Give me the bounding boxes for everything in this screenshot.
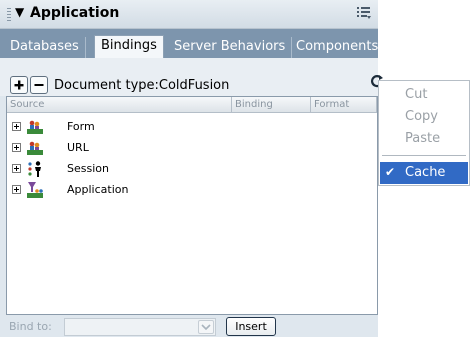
- tree-item-label: URL: [67, 141, 89, 154]
- menu-item-paste[interactable]: Paste: [405, 131, 440, 146]
- panel-tab-bar: Databases Bindings Server Behaviors Comp…: [0, 29, 378, 58]
- bind-to-select[interactable]: [64, 318, 216, 336]
- menu-item-copy[interactable]: Copy: [405, 109, 438, 124]
- collapse-arrow-icon[interactable]: ▼: [15, 5, 24, 19]
- menu-item-cache[interactable]: ✔ Cache: [380, 162, 468, 184]
- panel-options-icon[interactable]: [356, 6, 372, 20]
- menu-divider: [382, 155, 466, 156]
- url-icon: [27, 141, 43, 155]
- bind-to-row: Bind to: Insert: [0, 315, 378, 337]
- panel-title-bar[interactable]: ▼ Application: [0, 0, 378, 29]
- application-icon: [27, 182, 43, 198]
- tab-bindings[interactable]: Bindings: [94, 35, 164, 58]
- tree-item-url[interactable]: URL: [7, 138, 377, 158]
- insert-button[interactable]: Insert: [226, 317, 276, 336]
- checkmark-icon: ✔: [385, 165, 396, 179]
- expand-icon[interactable]: [12, 122, 21, 131]
- bindings-panel: ▼ Application Databases Bindings Server …: [0, 0, 384, 337]
- tree-item-session[interactable]: Session: [7, 159, 377, 179]
- tree-item-application[interactable]: Application: [7, 180, 377, 200]
- tab-components[interactable]: Components: [290, 37, 384, 58]
- expand-icon[interactable]: [12, 143, 21, 152]
- minus-icon: [34, 84, 44, 86]
- menu-item-cache-label: Cache: [405, 165, 446, 180]
- column-header-format[interactable]: Format: [311, 97, 377, 113]
- context-menu: Cut Copy Paste ✔ Cache: [378, 80, 470, 186]
- bind-to-label: Bind to:: [9, 320, 52, 333]
- grip-handle-icon[interactable]: [7, 8, 11, 21]
- remove-binding-button[interactable]: [30, 76, 48, 94]
- panel-title: Application: [30, 5, 120, 21]
- bindings-tree[interactable]: Source Binding Format Form URL Session A…: [6, 96, 378, 315]
- plus-icon: [14, 80, 24, 90]
- expand-icon[interactable]: [12, 185, 21, 194]
- tree-item-form[interactable]: Form: [7, 117, 377, 137]
- menu-item-cut[interactable]: Cut: [405, 87, 427, 102]
- bindings-toolbar: Document type:ColdFusion: [0, 58, 384, 96]
- document-type-label: Document type:ColdFusion: [54, 78, 230, 93]
- column-header-binding[interactable]: Binding: [232, 97, 311, 113]
- form-icon: [27, 120, 43, 134]
- tree-item-label: Application: [67, 183, 129, 196]
- tab-server-behaviors[interactable]: Server Behaviors: [168, 37, 293, 58]
- tree-item-label: Session: [67, 162, 109, 175]
- expand-icon[interactable]: [12, 164, 21, 173]
- column-header-source[interactable]: Source: [7, 97, 232, 113]
- dropdown-arrow-icon[interactable]: [198, 320, 214, 334]
- tab-databases[interactable]: Databases: [4, 37, 86, 58]
- add-binding-button[interactable]: [10, 76, 28, 94]
- session-icon: [28, 161, 41, 177]
- tree-item-label: Form: [67, 120, 95, 133]
